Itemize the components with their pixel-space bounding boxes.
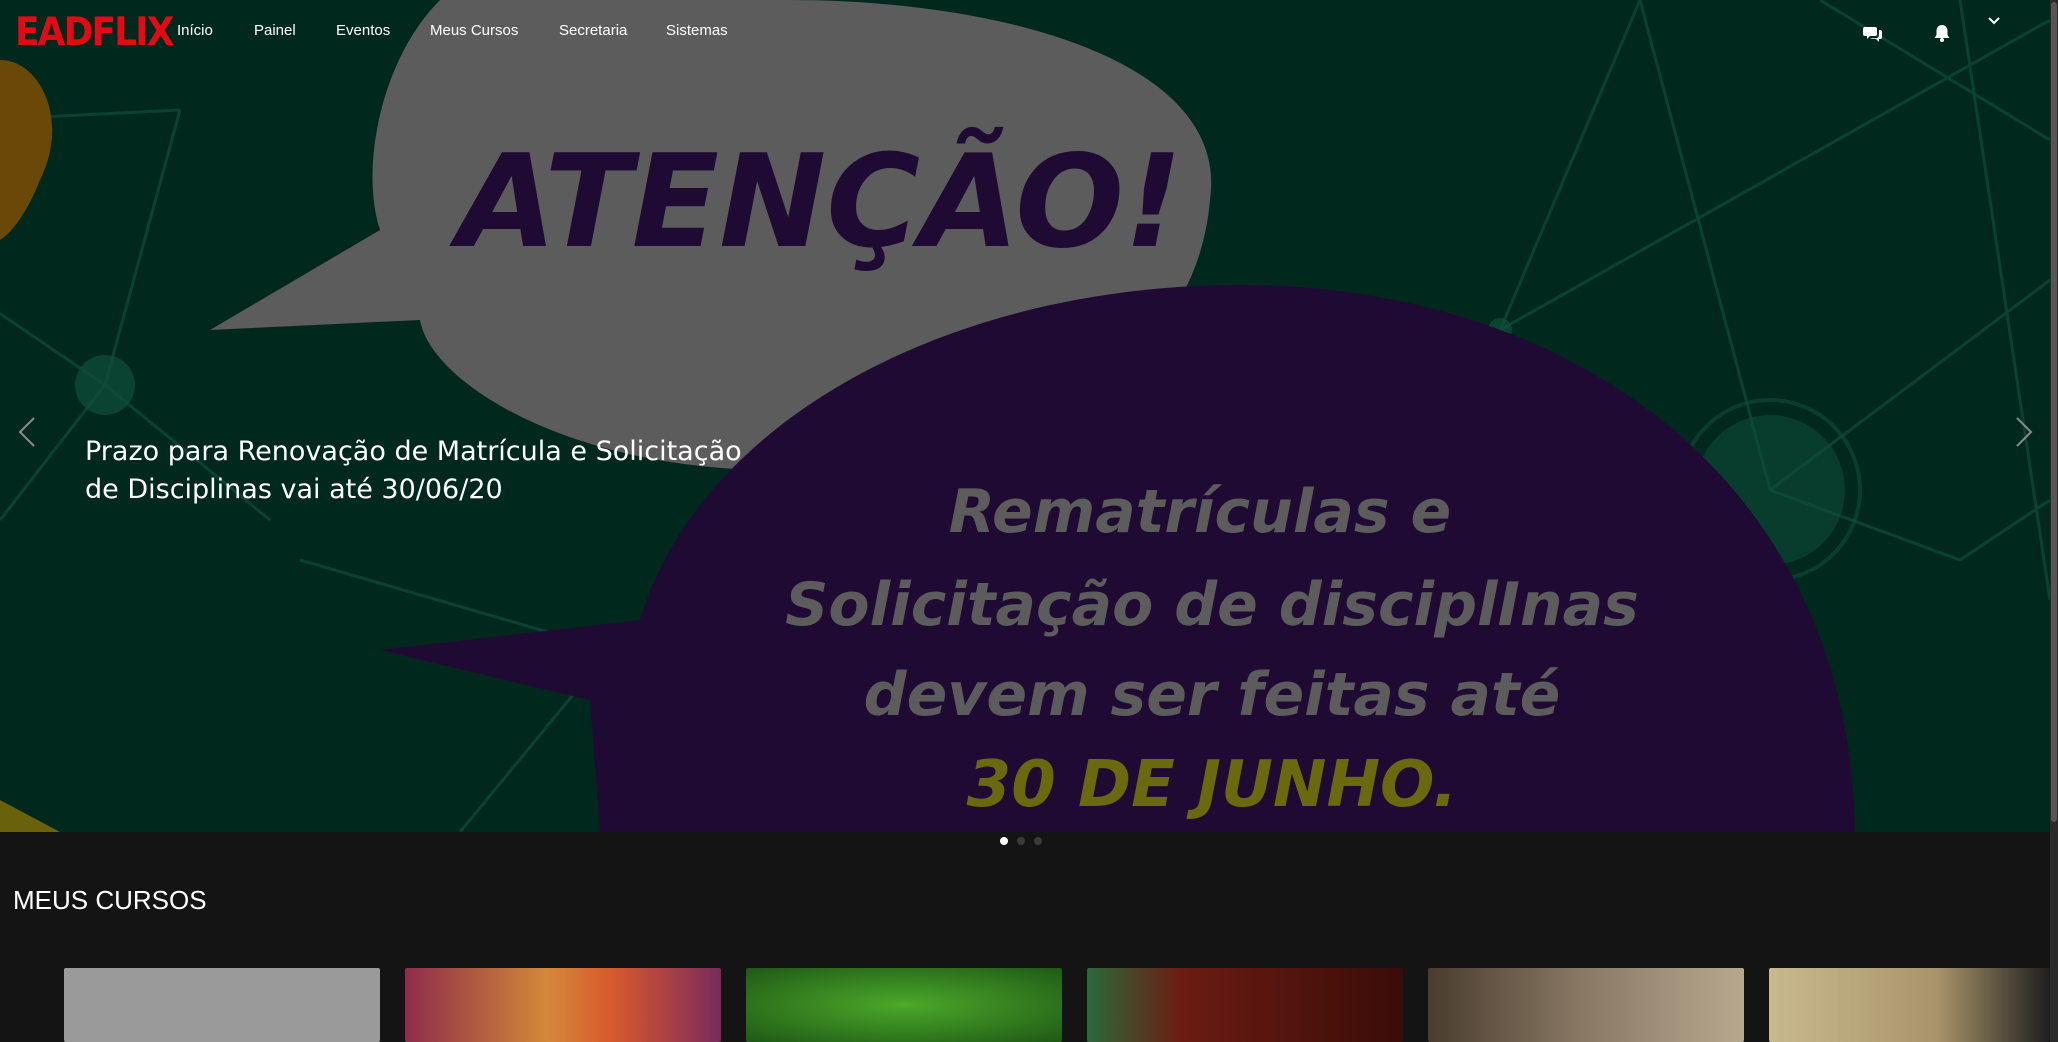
nav-link-sistemas[interactable]: Sistemas <box>666 22 728 39</box>
bell-icon[interactable] <box>1931 22 1953 44</box>
course-card[interactable] <box>746 968 1062 1042</box>
nav-link-secretaria[interactable]: Secretaria <box>559 22 627 39</box>
course-card[interactable] <box>405 968 721 1042</box>
hero-overlay <box>0 0 2050 832</box>
page-scrollbar-thumb[interactable] <box>2051 2 2057 822</box>
hero-carousel[interactable]: ATENÇÃO! Rematrículas e Solicitação de d… <box>0 0 2050 832</box>
carousel-dot-3[interactable] <box>1034 837 1042 845</box>
course-thumbnail <box>64 968 380 1042</box>
course-thumbnail <box>1769 968 2050 1042</box>
chevron-left-icon <box>18 417 35 447</box>
course-card[interactable] <box>1769 968 2050 1042</box>
nav-link-painel[interactable]: Painel <box>254 22 296 39</box>
nav-link-inicio[interactable]: Início <box>177 22 213 39</box>
top-navigation: EADFLIX Início Painel Eventos Meus Curso… <box>0 0 2050 66</box>
nav-link-eventos[interactable]: Eventos <box>336 22 390 39</box>
chevron-right-icon <box>2016 417 2033 447</box>
carousel-dot-1[interactable] <box>1000 837 1008 845</box>
course-thumbnail <box>746 968 1062 1042</box>
carousel-dot-2[interactable] <box>1017 837 1025 845</box>
course-thumbnail <box>405 968 721 1042</box>
chevron-down-icon[interactable] <box>1986 14 2008 36</box>
course-thumbnail <box>1428 968 1744 1042</box>
course-card[interactable] <box>1087 968 1403 1042</box>
section-title-meus-cursos: MEUS CURSOS <box>13 885 207 915</box>
course-card[interactable] <box>1428 968 1744 1042</box>
course-thumbnail <box>1087 968 1403 1042</box>
nav-link-meus-cursos[interactable]: Meus Cursos <box>430 22 518 39</box>
carousel-prev-button[interactable] <box>8 410 48 454</box>
course-card[interactable] <box>64 968 380 1042</box>
eadflix-logo[interactable]: EADFLIX <box>15 10 174 55</box>
carousel-next-button[interactable] <box>2003 410 2043 454</box>
chat-icon[interactable] <box>1862 22 1884 44</box>
slide-caption: Prazo para Renovação de Matrícula e Soli… <box>85 436 742 505</box>
